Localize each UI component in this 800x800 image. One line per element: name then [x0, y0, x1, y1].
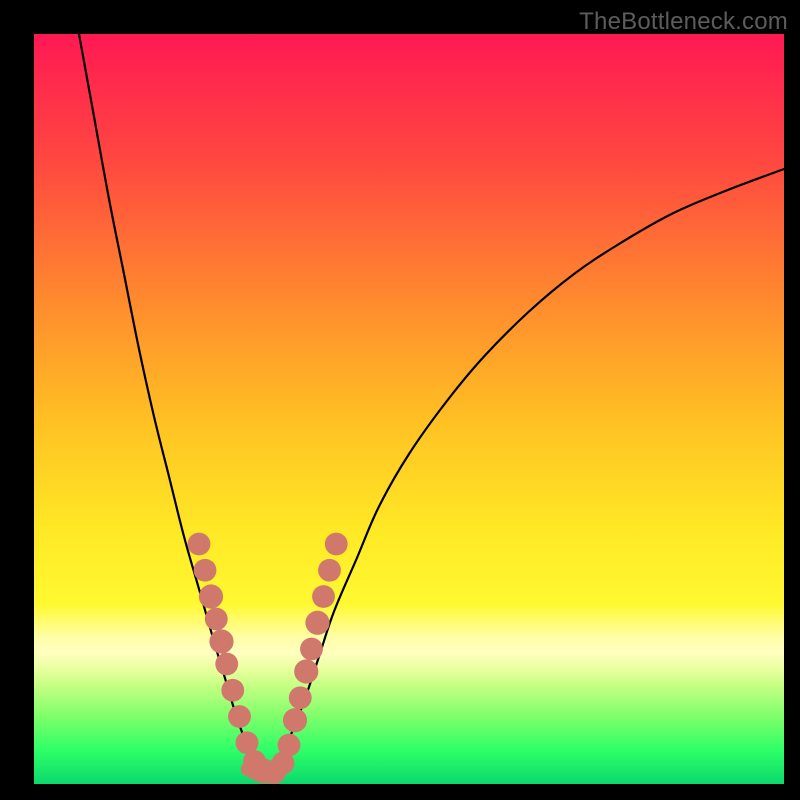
curve-marker	[228, 705, 251, 728]
curve-marker	[221, 679, 244, 702]
curve-marker	[194, 559, 217, 582]
curve-marker	[300, 638, 323, 661]
curve-marker	[205, 608, 228, 631]
curve-marker	[325, 533, 348, 556]
app-frame: TheBottleneck.com	[0, 0, 800, 800]
curve-marker	[209, 629, 233, 653]
curve-marker	[215, 653, 238, 676]
valley-floor-highlight	[248, 769, 282, 777]
curve-marker	[283, 708, 307, 732]
curve-marker	[199, 584, 223, 608]
curve-marker	[289, 686, 312, 709]
chart-svg	[34, 34, 784, 784]
watermark-text: TheBottleneck.com	[579, 8, 788, 36]
curve-marker	[188, 533, 211, 556]
curve-markers	[188, 533, 348, 785]
curve-marker	[294, 659, 318, 683]
plot-area	[34, 34, 784, 784]
curve-marker	[278, 734, 301, 757]
curve-marker	[305, 611, 329, 635]
bottleneck-curve	[79, 34, 784, 777]
curve-marker	[312, 585, 335, 608]
curve-marker	[318, 559, 341, 582]
